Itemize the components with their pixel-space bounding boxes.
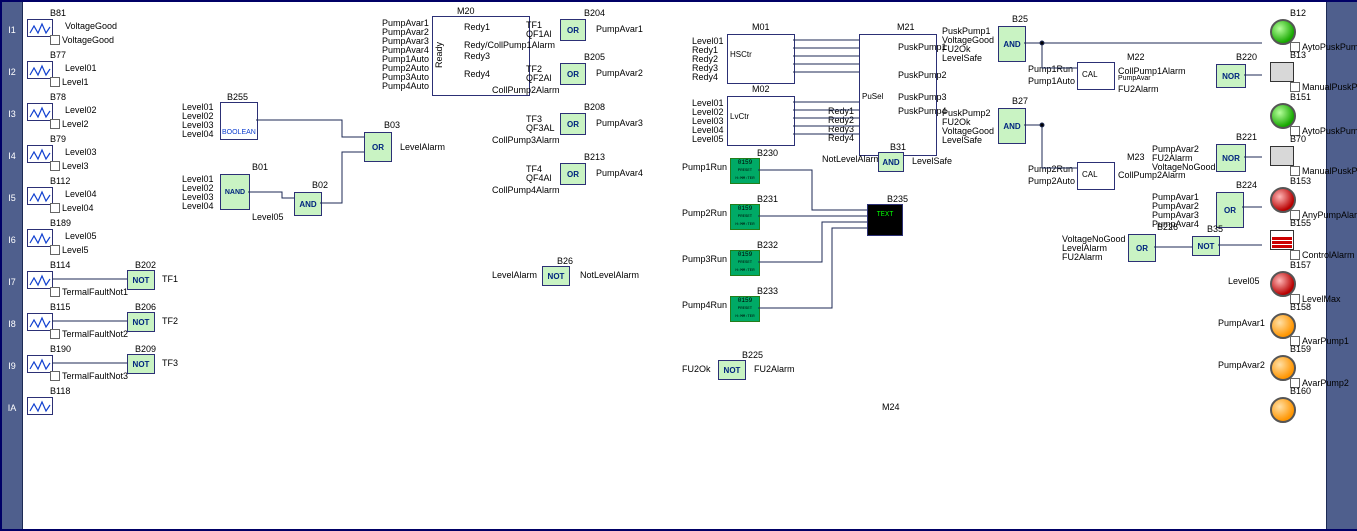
q-Q9: Q9 — [1304, 359, 1316, 369]
ref-B155: B155 — [1290, 218, 1311, 228]
chk-Q1: AytoPuskPump — [1302, 42, 1357, 52]
led-orange-icon — [1270, 397, 1296, 423]
diagram-canvas: I1 B81 VoltageGood VoltageGood I2 B77 Le… — [0, 0, 1357, 531]
ref-B12: B12 — [1290, 8, 1306, 18]
ref-B225: B225 — [742, 350, 763, 360]
q-Q1: Q1 — [1304, 23, 1316, 33]
q-Q7: Q7 — [1304, 275, 1316, 285]
ref-B151: B151 — [1290, 92, 1311, 102]
chk-Q3: AytoPuskPump — [1302, 126, 1357, 136]
q-Q5: Q5 — [1304, 191, 1316, 201]
q-Q2: Q2 — [1304, 65, 1316, 75]
ref-B157: B157 — [1290, 260, 1311, 270]
checkbox[interactable] — [1290, 166, 1300, 176]
q-Q4: Q4 — [1304, 149, 1316, 159]
chk-Q4: ManualPuskPump — [1302, 166, 1357, 176]
ref-B13: B13 — [1290, 50, 1306, 60]
not-gate[interactable]: NOT — [718, 360, 746, 380]
q8-in: PumpAvar1 — [1218, 318, 1265, 328]
checkbox[interactable] — [1290, 82, 1300, 92]
b225-in: FU2Ok — [682, 364, 711, 374]
b225-out: FU2Alarm — [754, 364, 795, 374]
ref-B160: B160 — [1290, 386, 1311, 396]
checkbox[interactable] — [1290, 250, 1300, 260]
ref-B70: B70 — [1290, 134, 1306, 144]
chk-Q6: ControlAlarm — [1302, 250, 1355, 260]
ref-B153: B153 — [1290, 176, 1311, 186]
ref-B158: B158 — [1290, 302, 1311, 312]
q-Q6: Q6 — [1304, 233, 1316, 243]
wires-presets — [2, 2, 1357, 529]
printer-icon — [1270, 62, 1294, 82]
chk-Q2: ManualPuskPump — [1302, 82, 1357, 92]
ref-B159: B159 — [1290, 344, 1311, 354]
alarm-icon — [1270, 230, 1294, 250]
q-Q8: Q8 — [1304, 317, 1316, 327]
ref-M24: M24 — [882, 402, 900, 412]
printer-icon — [1270, 146, 1294, 166]
q7-in: Level05 — [1228, 276, 1260, 286]
q-Q3: Q3 — [1304, 107, 1316, 117]
q9-in: PumpAvar2 — [1218, 360, 1265, 370]
